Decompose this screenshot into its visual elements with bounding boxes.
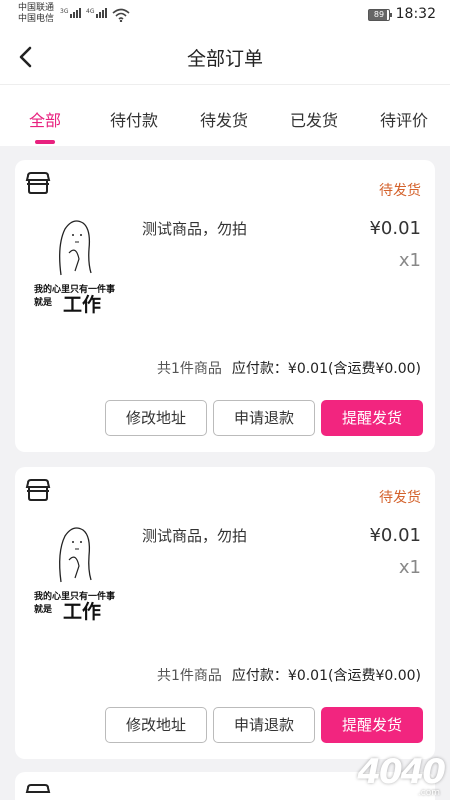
order-card: 待发货 我的心里只有一件事 就是 工作 测试商品，勿拍 ¥0.01 x1 共1件…	[15, 160, 435, 452]
battery-icon: 89	[368, 9, 392, 21]
remind-shipment-button[interactable]: 提醒发货	[321, 707, 423, 743]
tab-pending-payment[interactable]: 待付款	[110, 107, 158, 131]
product-price: ¥0.01	[369, 525, 421, 546]
order-card: 待发货 我的心里只有一件事 就是 工作 测试商品，勿拍 ¥0.01 x1 共1件…	[15, 467, 435, 759]
clock: 18:32	[395, 6, 436, 22]
image-caption-big: 工作	[63, 294, 102, 316]
header: 全部订单	[0, 30, 450, 84]
item-count: 共1件商品	[156, 361, 222, 377]
carrier-2: 中国电信	[18, 14, 55, 24]
item-count: 共1件商品	[156, 668, 222, 684]
product-price: ¥0.01	[369, 218, 421, 239]
payable-amount: 应付款：¥0.01(含运费¥0.00)	[231, 361, 421, 377]
product-image[interactable]: 我的心里只有一件事 就是 工作	[31, 215, 143, 316]
page-title: 全部订单	[186, 48, 263, 70]
carrier-info: 中国联通 中国电信	[18, 3, 54, 25]
payable-amount: 应付款：¥0.01(含运费¥0.00)	[231, 668, 421, 684]
product-image[interactable]: 我的心里只有一件事 就是 工作	[31, 522, 143, 623]
product-name[interactable]: 测试商品，勿拍	[142, 525, 247, 546]
order-summary: 共1件商品 应付款：¥0.01(含运费¥0.00)	[157, 665, 421, 685]
carrier-1: 中国联通	[18, 3, 55, 13]
tab-pending-shipment[interactable]: 待发货	[200, 107, 248, 131]
modify-address-button[interactable]: 修改地址	[105, 400, 207, 436]
status-bar: 中国联通 中国电信 3G 4G 89 18:32	[0, 0, 450, 30]
wifi-icon	[112, 8, 130, 22]
product-quantity: x1	[398, 557, 421, 578]
order-status: 待发货	[379, 490, 421, 506]
image-caption-line2: 就是	[34, 298, 53, 308]
order-tabs: 全部 待付款 待发货 已发货 待评价	[0, 84, 450, 146]
tab-all[interactable]: 全部	[29, 107, 61, 131]
request-refund-button[interactable]: 申请退款	[213, 400, 315, 436]
signal-1-icon: 3G	[60, 8, 82, 18]
store-icon	[25, 784, 51, 793]
network-type-1: 3G	[60, 8, 69, 15]
network-type-2: 4G	[86, 8, 95, 15]
order-summary: 共1件商品 应付款：¥0.01(含运费¥0.00)	[157, 358, 421, 378]
store-icon	[25, 479, 51, 501]
image-caption-line2: 就是	[34, 605, 53, 615]
tab-pending-review[interactable]: 待评价	[380, 107, 428, 131]
active-tab-indicator	[35, 140, 55, 144]
tab-shipped[interactable]: 已发货	[290, 107, 338, 131]
watermark-logo: 4040	[357, 752, 446, 792]
store-icon	[25, 172, 51, 194]
signal-2-icon: 4G	[86, 8, 108, 18]
product-name[interactable]: 测试商品，勿拍	[142, 218, 247, 239]
image-caption-big: 工作	[63, 601, 102, 623]
request-refund-button[interactable]: 申请退款	[213, 707, 315, 743]
order-status: 待发货	[379, 183, 421, 199]
watermark-suffix: .com	[417, 788, 440, 798]
modify-address-button[interactable]: 修改地址	[105, 707, 207, 743]
product-quantity: x1	[398, 250, 421, 271]
remind-shipment-button[interactable]: 提醒发货	[321, 400, 423, 436]
